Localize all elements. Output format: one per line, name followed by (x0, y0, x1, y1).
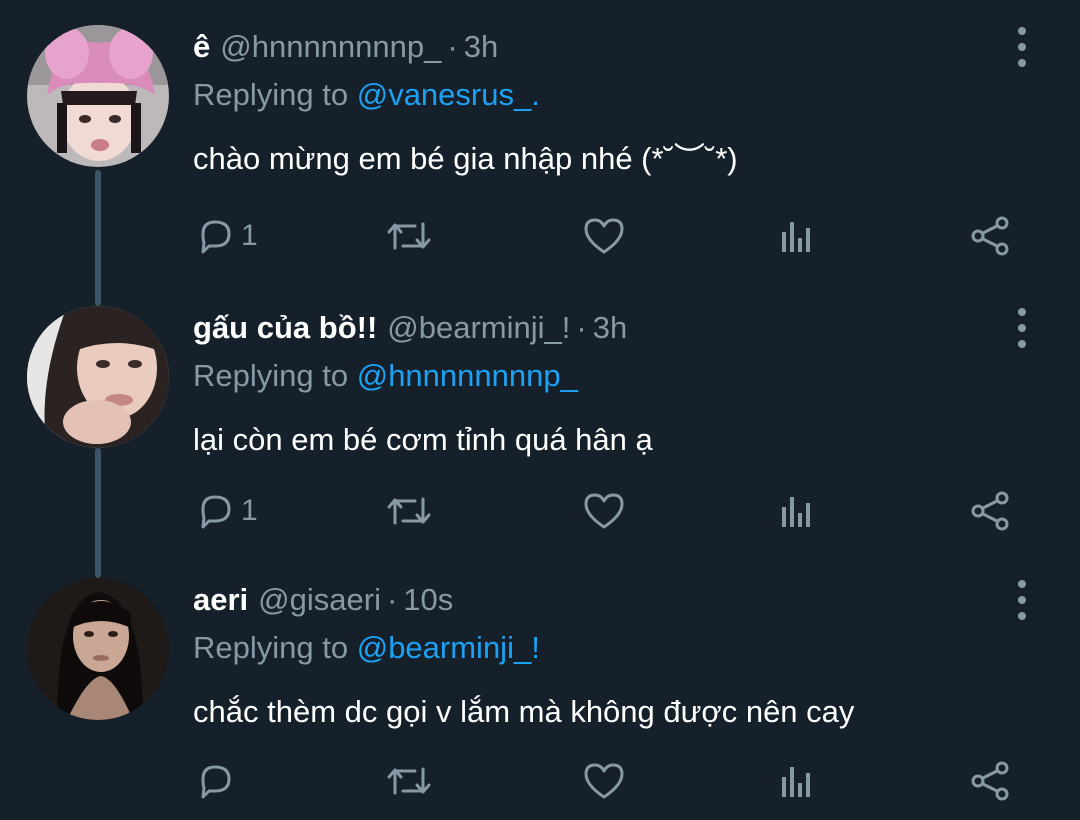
tweet-header: aeri @gisaeri · 10s (193, 578, 453, 622)
display-name[interactable]: aeri (193, 578, 248, 622)
avatar[interactable] (27, 578, 169, 720)
replying-prefix: Replying to (193, 77, 357, 112)
user-handle[interactable]: @gisaeri (258, 578, 381, 622)
more-options-icon[interactable] (1008, 27, 1036, 67)
avatar-pink-bunny-hat-image (27, 25, 169, 167)
analytics-button[interactable] (778, 486, 814, 536)
reply-button[interactable]: 1 (195, 211, 258, 261)
display-name[interactable]: gấu của bồ!! (193, 306, 377, 350)
like-button[interactable] (582, 756, 626, 806)
timestamp[interactable]: 3h (593, 306, 627, 350)
user-handle[interactable]: @hnnnnnnnnp_ (220, 25, 441, 69)
analytics-button[interactable] (778, 756, 814, 806)
like-button[interactable] (582, 486, 626, 536)
timestamp[interactable]: 10s (403, 578, 453, 622)
reply-icon (201, 765, 231, 799)
share-button[interactable] (970, 211, 1012, 261)
avatar-dark-portrait-image (27, 578, 169, 720)
tweet-text: chắc thèm dc gọi v lắm mà không được nên… (193, 694, 855, 729)
tweet-header: ê @hnnnnnnnnp_ · 3h (193, 25, 498, 69)
user-handle[interactable]: @bearminji_! (387, 306, 570, 350)
share-button[interactable] (970, 756, 1012, 806)
tweet-header: gấu của bồ!! @bearminji_! · 3h (193, 306, 627, 350)
retweet-button[interactable] (385, 211, 433, 261)
share-icon (971, 216, 1009, 256)
analytics-button[interactable] (778, 211, 814, 261)
reply-button[interactable]: 1 (195, 486, 258, 536)
like-button[interactable] (582, 211, 626, 261)
separator-dot: · (386, 582, 398, 617)
timestamp[interactable]: 3h (464, 25, 498, 69)
reply-icon (201, 220, 231, 254)
like-icon (584, 218, 624, 254)
more-options-icon[interactable] (1008, 580, 1036, 620)
replying-to-line: Replying to @hnnnnnnnnp_ (193, 354, 578, 398)
replying-prefix: Replying to (193, 630, 357, 665)
retweet-icon (387, 497, 431, 525)
separator-dot: · (447, 29, 458, 64)
retweet-button[interactable] (385, 486, 433, 536)
analytics-icon (782, 767, 810, 797)
display-name[interactable]: ê (193, 25, 210, 69)
retweet-button[interactable] (385, 756, 433, 806)
analytics-icon (782, 222, 810, 252)
replying-to-line: Replying to @vanesrus_. (193, 73, 540, 117)
reply-count: 1 (241, 219, 258, 252)
mention-link[interactable]: @hnnnnnnnnp_ (357, 358, 578, 393)
share-icon (971, 761, 1009, 801)
tweet-actions (0, 756, 1080, 806)
tweet-actions: 1 (0, 211, 1080, 261)
reply-icon (201, 495, 231, 529)
tweet-text: lại còn em bé cơm tỉnh quá hân ạ (193, 422, 653, 457)
tweet-text: chào mừng em bé gia nhập nhé (*˘︶˘*) (193, 141, 738, 176)
avatar[interactable] (27, 306, 169, 448)
more-options-icon[interactable] (1008, 308, 1036, 348)
reply-count: 1 (241, 494, 258, 527)
mention-link[interactable]: @vanesrus_. (357, 77, 540, 112)
retweet-icon (387, 767, 431, 795)
share-button[interactable] (970, 486, 1012, 536)
retweet-icon (387, 222, 431, 250)
replying-prefix: Replying to (193, 358, 357, 393)
like-icon (584, 493, 624, 529)
analytics-icon (782, 497, 810, 527)
share-icon (971, 491, 1009, 531)
reply-button[interactable] (195, 756, 241, 806)
like-icon (584, 763, 624, 799)
separator-dot: · (576, 310, 587, 345)
avatar[interactable] (27, 25, 169, 167)
replying-to-line: Replying to @bearminji_! (193, 626, 540, 670)
avatar-girl-portrait-image (27, 306, 169, 448)
mention-link[interactable]: @bearminji_! (357, 630, 540, 665)
tweet-actions: 1 (0, 486, 1080, 536)
tweet-thread: ê @hnnnnnnnnp_ · 3h Replying to @vanesru… (0, 0, 1080, 820)
